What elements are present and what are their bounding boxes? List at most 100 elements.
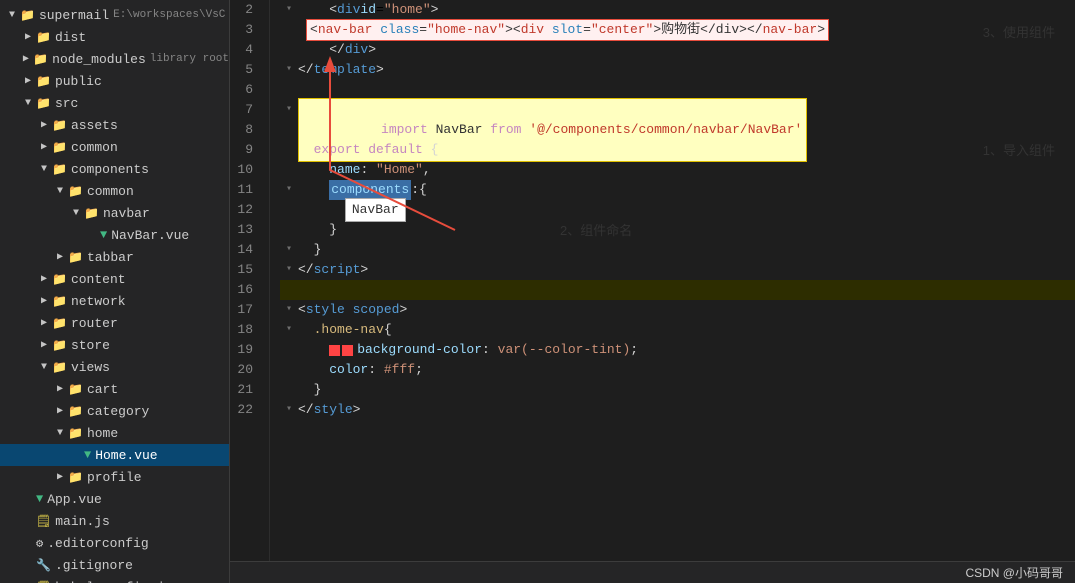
js-icon-babel: 🗒	[36, 580, 51, 583]
arrow-node-modules: ▶	[18, 53, 33, 65]
label-store: store	[71, 338, 110, 353]
fold-18[interactable]: ▾	[286, 320, 292, 340]
tree-item-public[interactable]: ▶ 📁 public	[0, 70, 229, 92]
code-line-3: <nav-bar class="home-nav"><div slot="cen…	[280, 20, 1075, 40]
code-line-14: ▾ }	[280, 240, 1075, 260]
arrow-common2: ▼	[52, 186, 68, 197]
folder-icon-content: 📁	[52, 272, 67, 287]
fold-2[interactable]: ▾	[286, 0, 292, 20]
tree-item-editorconfig[interactable]: ⚙ .editorconfig	[0, 532, 229, 554]
line-num-9: 9	[230, 140, 261, 160]
folder-icon-common2: 📁	[68, 184, 83, 199]
tree-item-cart[interactable]: ▶ 📁 cart	[0, 378, 229, 400]
tree-item-gitignore[interactable]: 🔧 .gitignore	[0, 554, 229, 576]
folder-icon-profile: 📁	[68, 470, 83, 485]
tree-item-home[interactable]: ▼ 📁 home	[0, 422, 229, 444]
fold-5[interactable]: ▾	[286, 60, 292, 80]
vue-icon-navbar: ▼	[100, 228, 107, 242]
fold-7[interactable]: ▾	[286, 100, 292, 120]
tree-item-router[interactable]: ▶ 📁 router	[0, 312, 229, 334]
line-num-22: 22	[230, 400, 261, 420]
folder-icon-navbar: 📁	[84, 206, 99, 221]
tree-item-content[interactable]: ▶ 📁 content	[0, 268, 229, 290]
folder-icon-cart: 📁	[68, 382, 83, 397]
line-num-12: 12	[230, 200, 261, 220]
label-navbar-vue: NavBar.vue	[111, 228, 189, 243]
code-line-18: ▾ .home-nav{	[280, 320, 1075, 340]
tree-item-network[interactable]: ▶ 📁 network	[0, 290, 229, 312]
code-line-10: name: "Home",	[280, 160, 1075, 180]
tree-item-navbar[interactable]: ▼ 📁 navbar	[0, 202, 229, 224]
code-line-17: ▾ <style scoped>	[280, 300, 1075, 320]
config-icon-editor: ⚙	[36, 536, 43, 551]
arrow-tabbar: ▶	[52, 251, 68, 263]
tree-item-src[interactable]: ▼ 📁 src	[0, 92, 229, 114]
label-components: components	[71, 162, 149, 177]
line-numbers: 2 3 4 5 6 7 8 9 10 11 12 13 14 15 16 17 …	[230, 0, 270, 561]
color-sq-red2	[342, 345, 353, 356]
label-dist: dist	[55, 30, 86, 45]
tree-item-common2[interactable]: ▼ 📁 common	[0, 180, 229, 202]
code-line-19: background-color: var(--color-tint);	[280, 340, 1075, 360]
folder-icon-home: 📁	[68, 426, 83, 441]
line-num-18: 18	[230, 320, 261, 340]
tree-item-main-js[interactable]: 🗒 main.js	[0, 510, 229, 532]
tree-item-babel-config[interactable]: 🗒 babel.config.js	[0, 576, 229, 583]
tree-item-views[interactable]: ▼ 📁 views	[0, 356, 229, 378]
js-icon-main: 🗒	[36, 514, 51, 529]
label-navbar: navbar	[103, 206, 150, 221]
fold-22[interactable]: ▾	[286, 400, 292, 420]
arrow-store: ▶	[36, 339, 52, 351]
tree-item-node-modules[interactable]: ▶ 📁 node_modules library root	[0, 48, 229, 70]
folder-icon-supermail: 📁	[20, 8, 35, 23]
label-public: public	[55, 74, 102, 89]
arrow-src: ▼	[20, 98, 36, 109]
arrow-supermail: ▼	[4, 10, 20, 21]
tree-item-tabbar[interactable]: ▶ 📁 tabbar	[0, 246, 229, 268]
arrow-assets: ▶	[36, 119, 52, 131]
path-supermail: E:\workspaces\VsC	[113, 9, 225, 21]
line-num-10: 10	[230, 160, 261, 180]
file-explorer[interactable]: ▼ 📁 supermail E:\workspaces\VsC ▶ 📁 dist…	[0, 0, 230, 583]
code-line-6	[280, 80, 1075, 100]
folder-icon-tabbar: 📁	[68, 250, 83, 265]
folder-icon-components: 📁	[52, 162, 67, 177]
tree-item-category[interactable]: ▶ 📁 category	[0, 400, 229, 422]
code-line-21: }	[280, 380, 1075, 400]
tree-item-assets[interactable]: ▶ 📁 assets	[0, 114, 229, 136]
vue-icon-home: ▼	[84, 448, 91, 462]
tree-item-profile[interactable]: ▶ 📁 profile	[0, 466, 229, 488]
fold-17[interactable]: ▾	[286, 300, 292, 320]
tree-item-navbar-vue[interactable]: ▼ NavBar.vue	[0, 224, 229, 246]
tree-item-store[interactable]: ▶ 📁 store	[0, 334, 229, 356]
code-container: 2 3 4 5 6 7 8 9 10 11 12 13 14 15 16 17 …	[230, 0, 1075, 561]
arrow-cart: ▶	[52, 383, 68, 395]
folder-icon-views: 📁	[52, 360, 67, 375]
label-assets: assets	[71, 118, 118, 133]
label-category: category	[87, 404, 149, 419]
folder-icon-assets: 📁	[52, 118, 67, 133]
tree-item-components[interactable]: ▼ 📁 components	[0, 158, 229, 180]
tree-item-home-vue[interactable]: ▼ Home.vue	[0, 444, 229, 466]
fold-15[interactable]: ▾	[286, 260, 292, 280]
fold-11[interactable]: ▾	[286, 180, 292, 200]
label-tabbar: tabbar	[87, 250, 134, 265]
tree-item-app-vue[interactable]: ▼ App.vue	[0, 488, 229, 510]
annotation-import-component: 1、导入组件	[983, 140, 1055, 159]
label-network: network	[71, 294, 126, 309]
label-gitignore: .gitignore	[55, 558, 133, 573]
code-content[interactable]: ▾ <div id="home"> <nav-bar class="home-n…	[270, 0, 1075, 561]
vue-icon-app: ▼	[36, 492, 43, 506]
folder-icon-router: 📁	[52, 316, 67, 331]
label-views: views	[71, 360, 110, 375]
line-num-4: 4	[230, 40, 261, 60]
tree-item-dist[interactable]: ▶ 📁 dist	[0, 26, 229, 48]
line-num-19: 19	[230, 340, 261, 360]
arrow-home: ▼	[52, 428, 68, 439]
label-common: common	[71, 140, 118, 155]
fold-14[interactable]: ▾	[286, 240, 292, 260]
tree-root-supermail[interactable]: ▼ 📁 supermail E:\workspaces\VsC	[0, 4, 229, 26]
arrow-network: ▶	[36, 295, 52, 307]
tree-item-common[interactable]: ▶ 📁 common	[0, 136, 229, 158]
code-line-13: }	[280, 220, 1075, 240]
